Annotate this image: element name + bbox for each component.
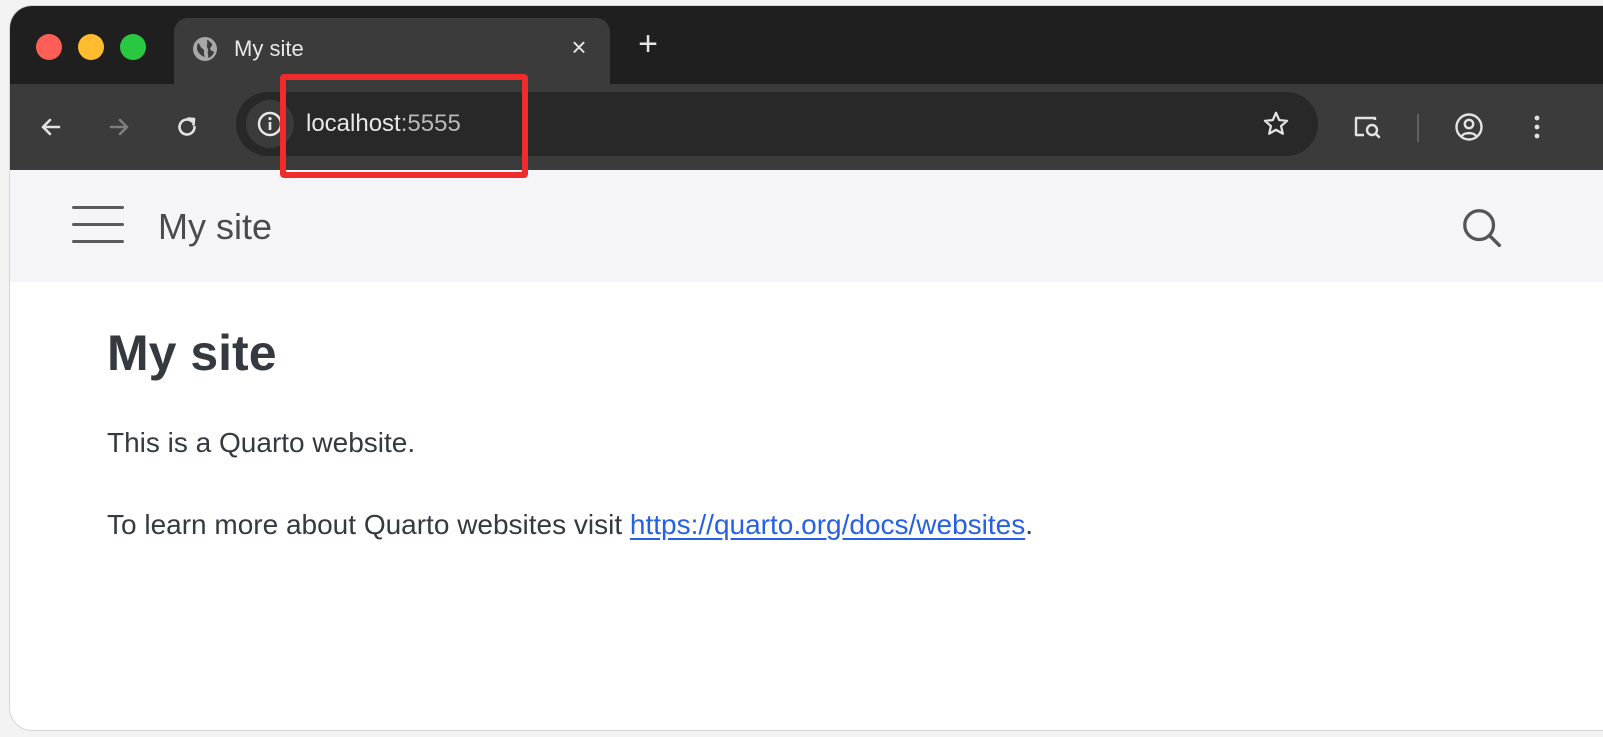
arrow-left-icon (41, 118, 61, 136)
arrow-right-icon (109, 118, 129, 136)
new-tab-button[interactable]: + (630, 26, 666, 62)
site-navbar: My site (10, 170, 1603, 282)
learn-more-suffix: . (1025, 509, 1034, 540)
globe-icon (192, 36, 218, 62)
forward-button[interactable] (98, 106, 140, 148)
learn-more-prefix: To learn more about Quarto websites visi… (107, 509, 630, 540)
learn-more-text: To learn more about Quarto websites visi… (107, 508, 1407, 542)
close-window-button[interactable] (36, 34, 62, 60)
search-page-button[interactable] (1346, 106, 1388, 148)
tab-bar: My site × + (10, 6, 1603, 88)
site-info-button[interactable] (246, 100, 294, 148)
profile-icon (1455, 113, 1483, 141)
browser-window: My site × + localhost:5555 My site My si… (10, 6, 1603, 730)
page-content: My site This is a Quarto website. To lea… (107, 324, 1407, 542)
url-text[interactable]: localhost:5555 (306, 110, 461, 138)
intro-text: This is a Quarto website. (107, 427, 416, 458)
toolbar-divider (1417, 114, 1419, 142)
quarto-docs-link[interactable]: https://quarto.org/docs/websites (630, 509, 1025, 540)
reload-icon (178, 117, 196, 136)
minimize-window-button[interactable] (78, 34, 104, 60)
url-port: :5555 (400, 110, 461, 137)
reload-button[interactable] (166, 106, 208, 148)
search-icon (1463, 209, 1501, 247)
url-host: localhost (306, 110, 401, 137)
site-brand[interactable]: My site (158, 206, 272, 248)
page-title: My site (107, 325, 277, 381)
kebab-menu-icon (1534, 115, 1540, 139)
info-icon (257, 111, 283, 137)
tab-my-site[interactable]: My site × (174, 18, 610, 88)
hamburger-icon[interactable] (72, 206, 124, 246)
back-button[interactable] (30, 106, 72, 148)
site-search-button[interactable] (1458, 204, 1506, 252)
star-icon (1263, 111, 1289, 135)
profile-button[interactable] (1448, 106, 1490, 148)
browser-toolbar: localhost:5555 (10, 84, 1603, 170)
tab-title: My site (234, 36, 304, 61)
close-tab-button[interactable]: × (564, 32, 594, 62)
browser-menu-button[interactable] (1516, 106, 1558, 148)
bookmark-button[interactable] (1260, 108, 1292, 140)
search-page-icon (1354, 116, 1381, 139)
maximize-window-button[interactable] (120, 34, 146, 60)
address-bar[interactable]: localhost:5555 (236, 92, 1318, 156)
